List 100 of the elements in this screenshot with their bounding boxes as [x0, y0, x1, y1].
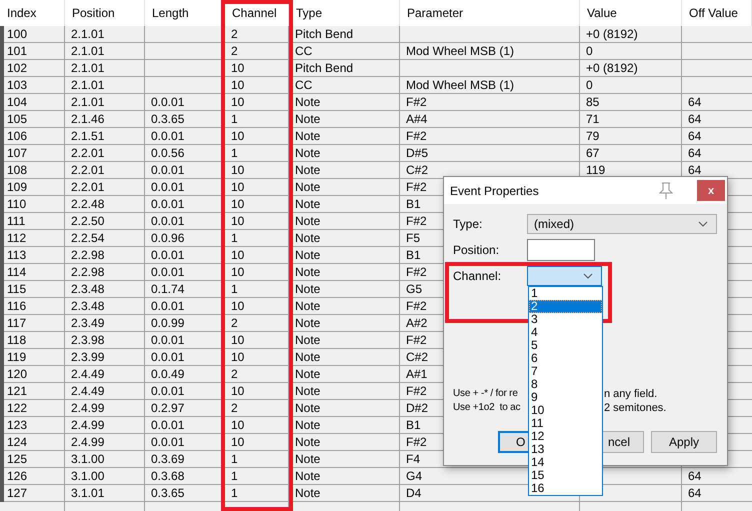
table-cell: 10	[231, 435, 244, 449]
table-cell: 0.0.01	[151, 248, 184, 262]
dropdown-option[interactable]: 4	[529, 326, 602, 339]
table-cell: 103	[7, 78, 28, 92]
hint-text: Use +1o2 to ac	[453, 401, 522, 415]
table-cell: 111	[7, 214, 26, 228]
column-header[interactable]: Position	[65, 0, 145, 26]
dropdown-option[interactable]: 8	[529, 378, 602, 391]
table-cell: 1	[231, 486, 238, 500]
table-cell: D#5	[406, 146, 428, 160]
dropdown-option[interactable]: 15	[529, 469, 602, 482]
table-cell: 1	[231, 146, 238, 160]
pin-icon[interactable]	[659, 182, 673, 200]
table-cell: 119	[7, 350, 26, 364]
table-cell: Note	[295, 180, 320, 194]
dropdown-option[interactable]: 14	[529, 456, 602, 469]
table-cell: CC	[295, 78, 312, 92]
column-header[interactable]: Off Value	[682, 0, 752, 26]
table-cell: Note	[295, 214, 320, 228]
position-field[interactable]	[527, 239, 595, 261]
dropdown-option[interactable]: 11	[529, 417, 602, 430]
table-cell: 2.2.54	[71, 231, 104, 245]
table-cell: 0.3.68	[151, 469, 184, 483]
dropdown-option[interactable]: 7	[529, 365, 602, 378]
table-cell: 2.1.51	[71, 129, 104, 143]
table-cell: 119	[586, 163, 606, 177]
table-cell: F#2	[406, 214, 427, 228]
table-cell: 121	[7, 384, 28, 398]
table-cell: C#2	[406, 350, 428, 364]
table-cell: 2.3.49	[71, 316, 104, 330]
table-cell: 0.0.01	[151, 180, 184, 194]
table-cell: 0.2.97	[151, 401, 184, 415]
table-cell: 2.1.01	[71, 78, 104, 92]
table-cell: 10	[231, 197, 244, 211]
table-cell: 64	[688, 146, 702, 160]
table-cell: 64	[688, 129, 702, 143]
table-cell: 10	[231, 248, 244, 262]
table-cell: D#2	[406, 401, 428, 415]
dropdown-option[interactable]: 5	[529, 339, 602, 352]
table-cell: 109	[7, 180, 28, 194]
table-cell: 105	[7, 112, 28, 126]
dropdown-option[interactable]: 9	[529, 391, 602, 404]
table-cell: 2.1.01	[71, 95, 104, 109]
table-cell: Note	[295, 95, 320, 109]
table-cell: 10	[231, 333, 244, 347]
table-cell: 117	[7, 316, 26, 330]
field-label: Channel:	[453, 269, 502, 283]
chevron-down-icon	[583, 273, 593, 279]
column-header[interactable]: Index	[0, 0, 65, 26]
table-cell: Mod Wheel MSB (1)	[406, 78, 514, 92]
dropdown-option[interactable]: 1	[529, 287, 602, 300]
table-cell: 110	[7, 197, 26, 211]
dropdown-option[interactable]: 6	[529, 352, 602, 365]
table-cell: 79	[586, 129, 600, 143]
dropdown-option[interactable]: 16	[529, 482, 602, 495]
dropdown-option[interactable]: 2	[529, 300, 602, 313]
table-cell: 2.2.98	[71, 248, 104, 262]
table-cell: 64	[688, 95, 702, 109]
table-cell: 2	[231, 27, 238, 41]
table-cell: 10	[231, 95, 244, 109]
table-cell: Note	[295, 316, 320, 330]
column-header[interactable]: Value	[580, 0, 682, 26]
table-cell: 2.4.99	[71, 435, 104, 449]
table-cell: +0 (8192)	[586, 27, 638, 41]
table-cell: 2.4.99	[71, 401, 104, 415]
dropdown-option[interactable]: 12	[529, 430, 602, 443]
close-button[interactable]: x	[697, 180, 725, 201]
table-cell: 2	[231, 44, 238, 58]
table-cell: 10	[231, 129, 244, 143]
table-cell: B1	[406, 418, 421, 432]
table-cell: 0.0.01	[151, 214, 184, 228]
table-cell: 0	[586, 44, 593, 58]
table-cell: F#2	[406, 180, 427, 194]
table-cell: 0.0.99	[151, 316, 184, 330]
dialog-button[interactable]: Apply	[651, 431, 717, 453]
dropdown-option[interactable]: 3	[529, 313, 602, 326]
hint-text: 2 semitones.	[604, 401, 666, 415]
table-cell: 0.0.01	[151, 350, 184, 364]
dropdown-option[interactable]: 13	[529, 443, 602, 456]
table-cell: 0.0.01	[151, 95, 184, 109]
dropdown[interactable]: (mixed)	[527, 214, 717, 234]
table-cell: Note	[295, 452, 320, 466]
table-cell: Note	[295, 282, 320, 296]
table-cell: 0.0.01	[151, 197, 184, 211]
table-cell: 116	[7, 299, 26, 313]
table-cell: 0.1.74	[151, 282, 184, 296]
table-cell: F5	[406, 231, 420, 245]
table-cell: 2.2.01	[71, 163, 104, 177]
table-cell: 10	[231, 418, 244, 432]
table-cell: 2	[231, 316, 238, 330]
table-cell: Note	[295, 248, 320, 262]
dialog-title: Event Properties	[450, 184, 540, 198]
table-cell: 64	[688, 469, 702, 483]
dropdown-option[interactable]: 10	[529, 404, 602, 417]
dropdown[interactable]	[527, 266, 602, 286]
table-cell: 1	[231, 452, 238, 466]
column-header[interactable]: Parameter	[400, 0, 580, 26]
table-cell: 2.3.99	[71, 350, 104, 364]
table-cell: 67	[586, 146, 600, 160]
table-cell: D4	[406, 486, 422, 500]
